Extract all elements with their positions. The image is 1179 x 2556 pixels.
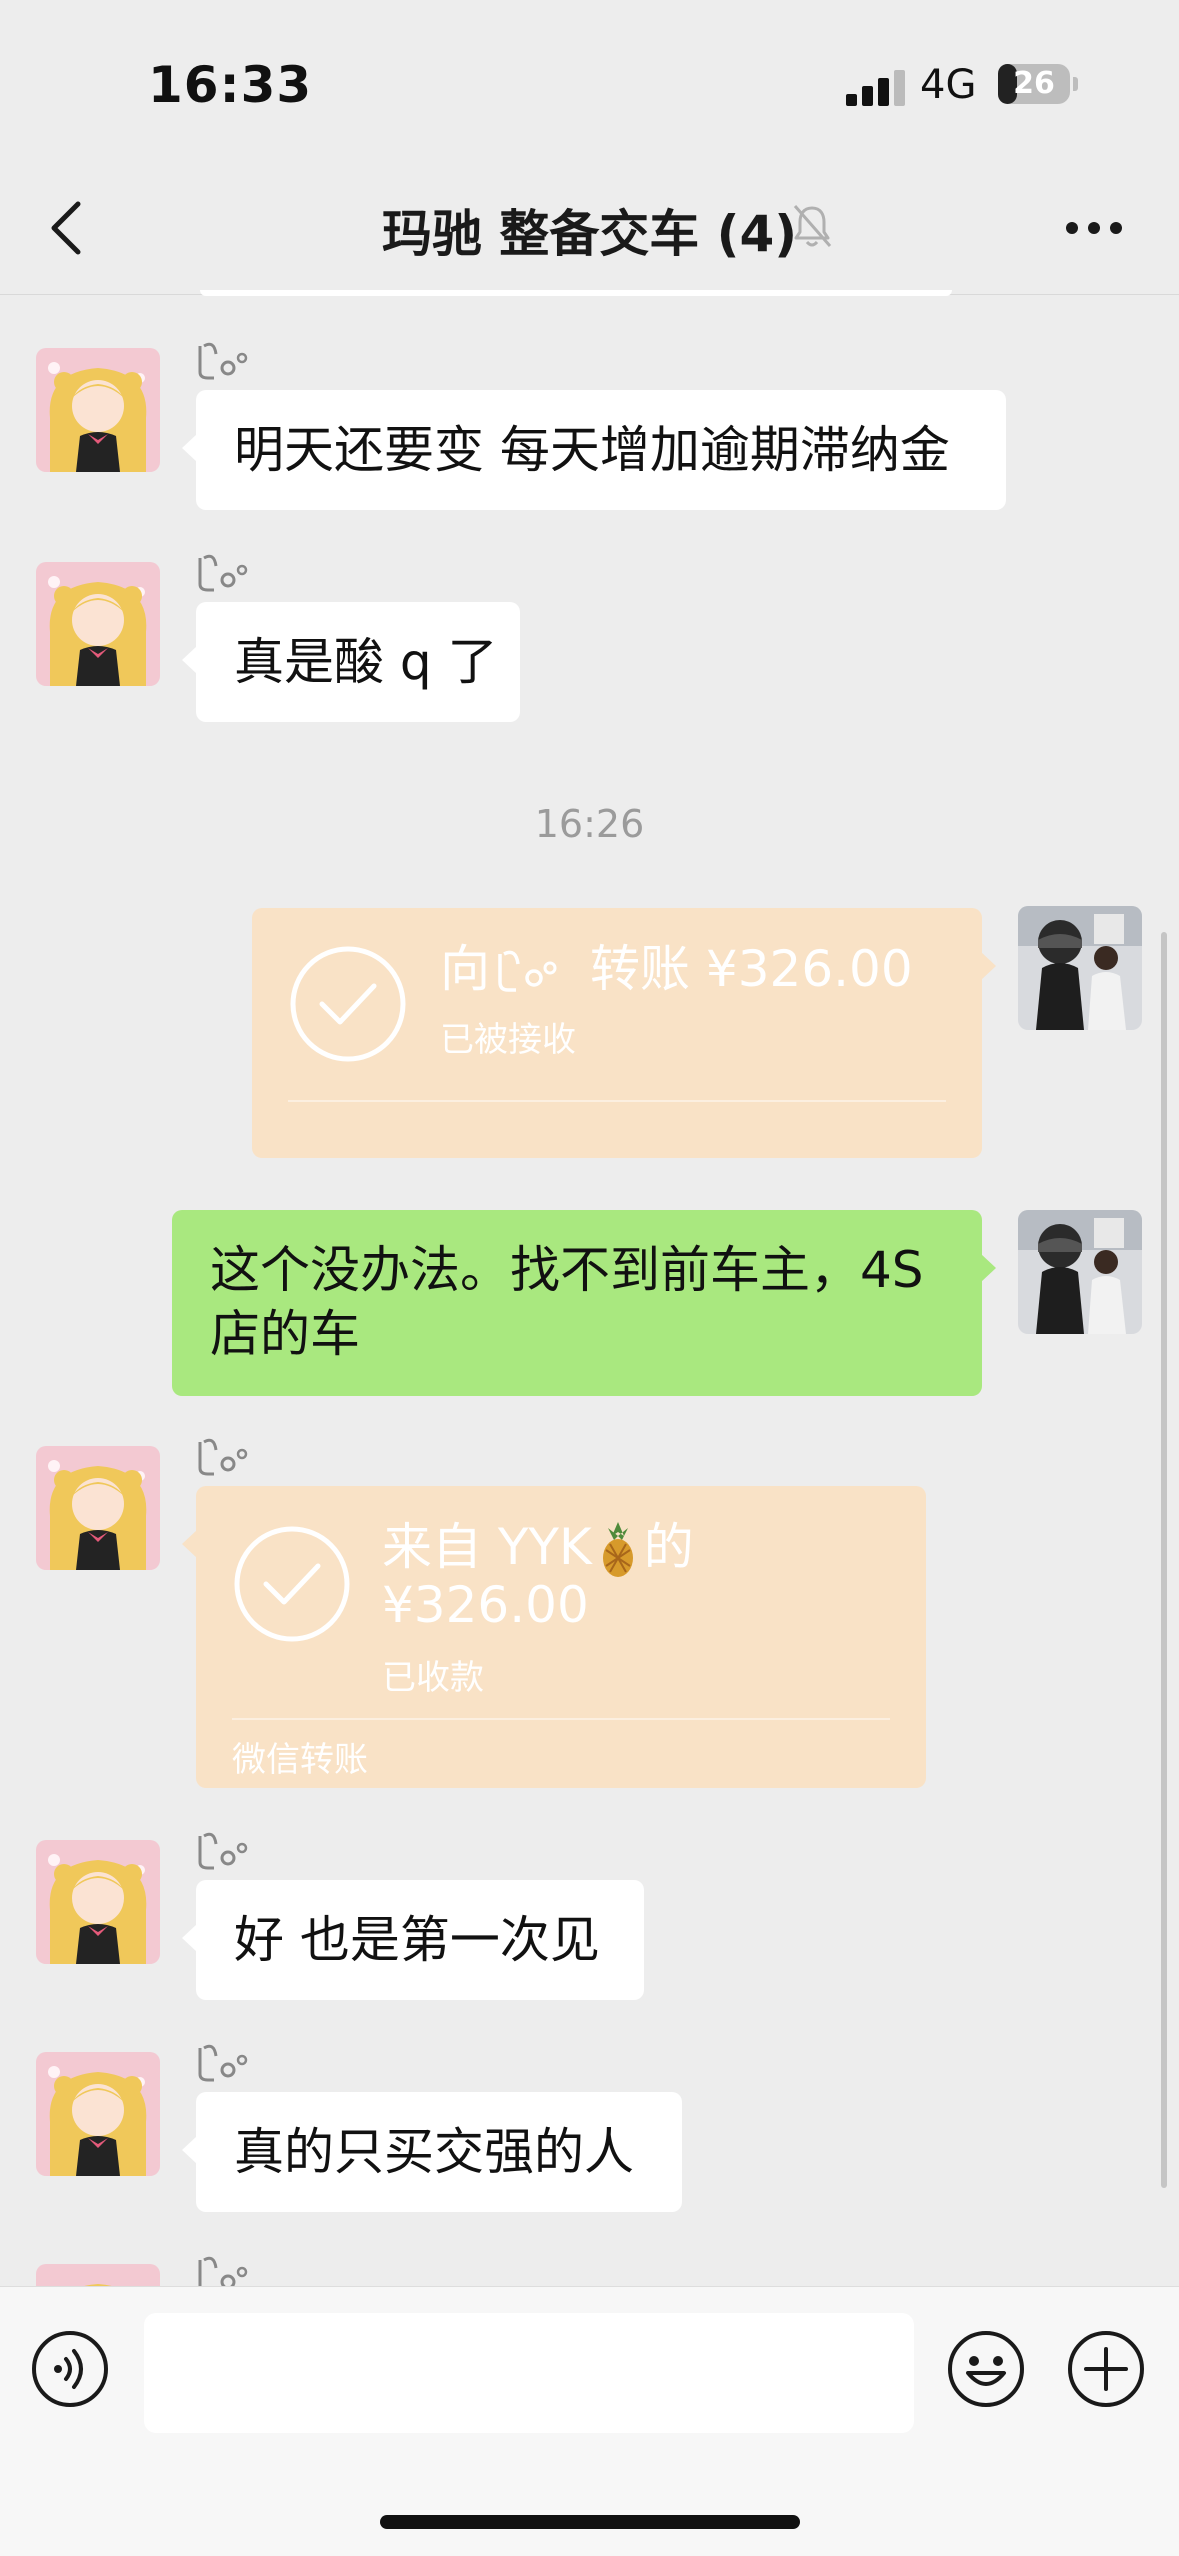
transfer-prefix: 向 <box>440 940 490 998</box>
check-circle-icon <box>234 1526 350 1642</box>
battery-icon: 26 <box>998 64 1070 104</box>
sender-name-symbol <box>198 2256 248 2286</box>
avatar-image <box>36 348 160 472</box>
sender-name-symbol <box>198 2044 248 2082</box>
message-bubble: 真的只买交强的人 <box>182 2092 682 2212</box>
avatar[interactable] <box>36 1446 160 1570</box>
message-input-bar <box>0 2286 1179 2556</box>
plus-icon[interactable] <box>1066 2329 1146 2409</box>
transfer-divider <box>288 1100 946 1102</box>
transfer-footer-label: 微信转账 <box>232 1740 368 1780</box>
sender-name-symbol <box>198 554 248 592</box>
message-bubble: 好 也是第一次见 <box>182 1880 644 2000</box>
transfer-title: 向 转账 ¥326.00 <box>440 940 913 998</box>
transfer-from-text: 来自 YYK <box>382 1518 592 1576</box>
message-timestamp: 16:26 <box>534 802 645 846</box>
avatar-image <box>36 2052 160 2176</box>
message-bubble-sent: 这个没办法。找不到前车主，4S 店的车 <box>172 1210 996 1396</box>
sender-name-symbol <box>498 950 557 992</box>
transfer-amount: ¥326.00 <box>382 1576 589 1634</box>
avatar[interactable] <box>36 348 160 472</box>
sender-name-symbol <box>198 1832 248 1870</box>
voice-icon[interactable] <box>30 2329 110 2409</box>
avatar[interactable] <box>36 562 160 686</box>
message-bubble: 明天还要变 每天增加逾期滞纳金 <box>182 390 1006 510</box>
transfer-divider <box>232 1718 890 1720</box>
message-line: 这个没办法。找不到前车主，4S <box>210 1241 924 1299</box>
check-circle-icon <box>290 946 406 1062</box>
battery-level: 26 <box>1013 66 1055 101</box>
avatar-partial <box>36 2264 160 2286</box>
message-line: 店的车 <box>210 1305 360 1363</box>
emoji-icon[interactable] <box>946 2329 1026 2409</box>
avatar-image <box>36 562 160 686</box>
avatar-image <box>1018 906 1142 1030</box>
previous-message-edge <box>200 290 952 296</box>
chat-title: 玛驰 整备交车 (4) <box>0 194 1179 266</box>
sender-name-symbol <box>198 342 248 380</box>
avatar-image <box>36 1840 160 1964</box>
status-time: 16:33 <box>148 56 313 114</box>
chat-screen: 16:33 4G 26 玛驰 整备交车 (4) 明天还要变 每天增加逾期滞纳金 … <box>0 0 1179 2556</box>
avatar-image <box>1018 1210 1142 1334</box>
signal-icon <box>846 70 906 106</box>
transfer-status: 已被接收 <box>440 1020 576 1060</box>
chat-header: 玛驰 整备交车 (4) <box>0 160 1179 295</box>
avatar[interactable] <box>36 1840 160 1964</box>
transfer-amount-text: 转账 ¥326.00 <box>590 940 913 998</box>
avatar-self[interactable] <box>1018 1210 1142 1334</box>
transfer-card-sent[interactable]: 向 转账 ¥326.00 已被接收 <box>252 908 996 1158</box>
avatar[interactable] <box>36 2052 160 2176</box>
chat-title-text: 玛驰 整备交车 (4) <box>381 205 798 263</box>
transfer-card-received[interactable]: 来自 YYK 的 ¥326.00 已收款 微信转账 <box>182 1486 926 1788</box>
bell-mute-icon <box>793 205 832 247</box>
message-text-input[interactable] <box>144 2313 914 2433</box>
sender-name-symbol <box>198 1438 248 1476</box>
network-type: 4G <box>920 62 977 108</box>
transfer-status: 已收款 <box>382 1658 484 1698</box>
message-bubble: 真是酸 q 了 <box>182 602 520 722</box>
avatar-image <box>36 2264 160 2286</box>
avatar-image <box>36 1446 160 1570</box>
transfer-from-suffix: 的 <box>643 1518 694 1576</box>
battery-cap <box>1073 77 1078 91</box>
transfer-title: 来自 YYK 的 <box>382 1518 694 1578</box>
chat-scrollbar[interactable] <box>1161 932 1167 2188</box>
home-indicator[interactable] <box>380 2515 800 2529</box>
more-dots-icon[interactable] <box>1066 222 1122 236</box>
avatar-self[interactable] <box>1018 906 1142 1030</box>
pineapple-icon <box>602 1522 633 1577</box>
